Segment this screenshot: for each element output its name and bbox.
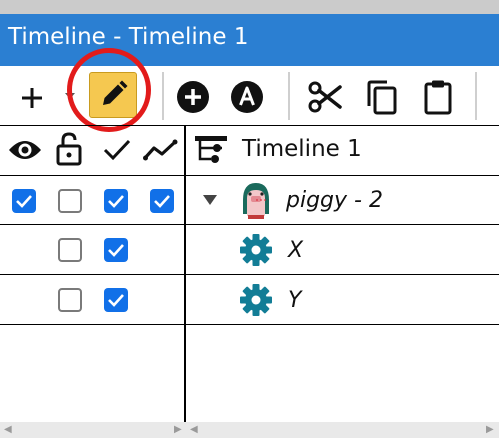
clipboard-icon: [424, 80, 452, 115]
title-bar: Timeline - Timeline 1: [0, 14, 499, 66]
toolbar-separator: [162, 72, 164, 120]
scroll-left-icon[interactable]: ◀: [190, 424, 198, 435]
lock-column-header[interactable]: [54, 130, 84, 168]
plus-icon: [22, 88, 42, 108]
toolbar-separator: [288, 72, 290, 120]
cut-button[interactable]: [304, 76, 346, 118]
copy-icon: [367, 80, 397, 115]
highlight-circle: [67, 48, 151, 132]
header-divider: [0, 175, 499, 176]
lock-checkbox[interactable]: [58, 288, 82, 312]
curve-icon: [143, 139, 178, 161]
curves-column-header[interactable]: [142, 136, 180, 164]
lock-checkbox[interactable]: [58, 189, 82, 213]
row-divider: [0, 224, 499, 225]
lock-icon: [56, 132, 82, 166]
panel-splitter[interactable]: [184, 126, 186, 422]
eye-icon: [9, 141, 41, 159]
copy-button[interactable]: [362, 76, 402, 118]
timeline-label: Timeline 1: [242, 136, 362, 162]
check-icon: [103, 139, 131, 161]
scroll-left-icon[interactable]: ◀: [4, 424, 12, 435]
row-label: piggy - 2: [286, 188, 383, 213]
toolbar-separator: [475, 72, 477, 120]
scroll-right-icon[interactable]: ▶: [486, 424, 494, 435]
scroll-right-icon[interactable]: ▶: [174, 424, 182, 435]
enabled-checkbox[interactable]: [104, 238, 128, 262]
row-label: X: [288, 238, 304, 263]
window-title: Timeline - Timeline 1: [8, 24, 249, 50]
circle-plus-icon: [177, 81, 209, 113]
toolbar-divider: [0, 125, 499, 126]
enabled-checkbox[interactable]: [104, 189, 128, 213]
animate-button[interactable]: [228, 78, 266, 116]
timeline-icon: [192, 132, 230, 168]
top-strip: [0, 0, 499, 14]
row-divider: [0, 274, 499, 275]
add-button[interactable]: [14, 80, 50, 116]
piggy-icon: [238, 180, 274, 220]
enabled-column-header[interactable]: [102, 136, 132, 164]
gear-icon: [238, 232, 274, 268]
scissors-icon: [308, 81, 342, 113]
enabled-checkbox[interactable]: [104, 288, 128, 312]
expand-arrow-icon[interactable]: [200, 190, 220, 210]
row-divider: [0, 324, 499, 325]
row-label: Y: [288, 288, 302, 313]
visibility-column-header[interactable]: [6, 134, 44, 166]
horizontal-scrollbar[interactable]: [0, 422, 499, 438]
curves-checkbox[interactable]: [150, 189, 174, 213]
add-keyframe-button[interactable]: [174, 78, 212, 116]
visibility-checkbox[interactable]: [12, 189, 36, 213]
lock-checkbox[interactable]: [58, 238, 82, 262]
gear-icon: [238, 282, 274, 318]
circle-a-icon: [231, 81, 263, 113]
paste-button[interactable]: [418, 76, 458, 118]
